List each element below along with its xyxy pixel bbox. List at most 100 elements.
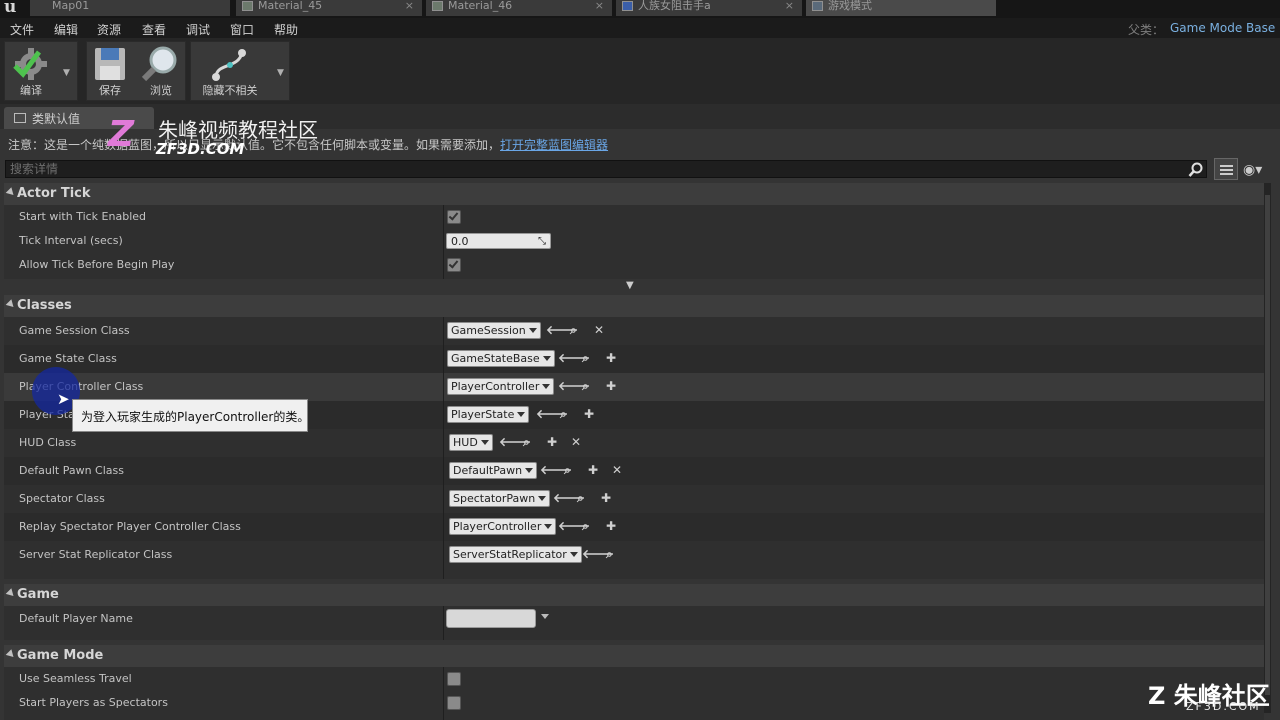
plus-icon[interactable]: ✚ [547, 436, 557, 448]
eye-icon[interactable]: ◉▾ [1243, 162, 1262, 178]
search-icon[interactable]: ⌕ [582, 380, 589, 392]
server-stat-replicator-class-combo[interactable]: ServerStatReplicator [449, 546, 582, 563]
tab-label: Material_46 [448, 0, 513, 12]
search-icon[interactable]: ⌕ [570, 324, 577, 336]
plus-icon[interactable]: ✚ [584, 408, 594, 420]
clear-x-icon[interactable]: ✕ [571, 436, 581, 448]
replay-spectator-controller-class-combo[interactable]: PlayerController [449, 518, 557, 535]
column-divider[interactable] [443, 205, 444, 279]
plus-icon[interactable]: ✚ [606, 380, 616, 392]
parent-class-value[interactable]: Game Mode Base [1170, 21, 1275, 35]
property-row: Start Players as Spectators [4, 691, 1264, 715]
search-icon[interactable]: ⌕ [577, 492, 584, 504]
file-group: 保存 浏览 [86, 41, 186, 101]
property-name: Replay Spectator Player Controller Class [19, 520, 241, 533]
close-icon[interactable]: × [785, 0, 794, 12]
allow-tick-checkbox[interactable] [447, 258, 461, 272]
section-actor-tick[interactable]: Actor Tick [4, 183, 1264, 205]
tab-game-mode[interactable]: 游戏模式 [806, 0, 996, 16]
search-icon[interactable]: ⌕ [606, 548, 613, 560]
drag-arrows-icon: ⤡ [538, 236, 546, 247]
search-icon[interactable]: ⌕ [582, 520, 589, 532]
tab-label: Material_45 [258, 0, 323, 12]
plus-icon[interactable]: ✚ [601, 492, 611, 504]
property-row: HUD Class HUD 🡐 ⌕ ✚ ✕ [4, 429, 1264, 457]
material-icon [242, 1, 253, 11]
advanced-expand-icon[interactable]: ▼ [626, 280, 634, 291]
property-name: HUD Class [19, 436, 77, 449]
section-title: Game Mode [17, 648, 104, 663]
tab-map01[interactable]: Map01 [30, 0, 230, 16]
player-state-class-combo[interactable]: PlayerState [447, 406, 530, 423]
spectator-class-combo[interactable]: SpectatorPawn [449, 490, 551, 507]
dropdown-arrow-icon [480, 440, 489, 445]
tab-label: 人族女阻击手a [638, 0, 711, 12]
mouse-pointer-icon: ➤ [57, 390, 70, 408]
dropdown-arrow-icon [528, 328, 537, 333]
hide-unrelated-button[interactable]: 隐藏不相关 [193, 42, 267, 100]
search-input[interactable] [6, 161, 1186, 177]
search-icon[interactable]: ⌕ [582, 352, 589, 364]
tab-material-45[interactable]: Material_45 × [236, 0, 422, 16]
close-icon[interactable]: × [405, 0, 414, 12]
tab-material-46[interactable]: Material_46 × [426, 0, 612, 16]
combo-value: HUD [453, 436, 478, 449]
column-divider[interactable] [443, 606, 444, 640]
clear-x-icon[interactable]: ✕ [594, 324, 604, 336]
menu-help[interactable]: 帮助 [274, 21, 298, 38]
search-icon[interactable]: ⌕ [523, 436, 530, 448]
hud-class-combo[interactable]: HUD [449, 434, 493, 451]
plus-icon[interactable]: ✚ [606, 520, 616, 532]
save-label: 保存 [99, 84, 121, 97]
search-icon[interactable] [1188, 162, 1204, 178]
close-icon[interactable]: × [595, 0, 604, 12]
plus-icon[interactable]: ✚ [588, 464, 598, 476]
section-game[interactable]: Game [4, 584, 1264, 606]
tab-label: Map01 [52, 0, 90, 12]
seamless-travel-checkbox[interactable] [447, 672, 461, 686]
clear-x-icon[interactable]: ✕ [612, 464, 622, 476]
column-divider[interactable] [443, 317, 444, 579]
compile-label: 编译 [20, 84, 42, 97]
scrollbar-thumb[interactable] [1265, 195, 1270, 695]
tick-interval-input[interactable]: 0.0 ⤡ [446, 233, 551, 249]
menu-file[interactable]: 文件 [10, 21, 34, 38]
section-game-mode[interactable]: Game Mode [4, 645, 1264, 667]
tab-character[interactable]: 人族女阻击手a × [616, 0, 802, 16]
compile-options-chevron-icon[interactable]: ▼ [63, 68, 70, 78]
section-classes[interactable]: Classes [4, 295, 1264, 317]
combo-value: DefaultPawn [453, 464, 523, 477]
start-as-spectators-checkbox[interactable] [447, 696, 461, 710]
hide-options-chevron-icon[interactable]: ▼ [277, 68, 284, 78]
property-name: Allow Tick Before Begin Play [19, 258, 175, 271]
property-row: Tick Interval (secs) 0.0 ⤡ [4, 229, 1264, 253]
game-session-class-combo[interactable]: GameSession [447, 322, 541, 339]
details-scrollbar[interactable] [1264, 183, 1271, 713]
game-state-class-combo[interactable]: GameStateBase [447, 350, 555, 367]
character-icon [622, 1, 633, 11]
default-pawn-class-combo[interactable]: DefaultPawn [449, 462, 538, 479]
default-player-name-input[interactable] [446, 609, 536, 628]
combo-value: PlayerState [451, 408, 515, 421]
menu-view[interactable]: 查看 [142, 21, 166, 38]
hide-group: 隐藏不相关 ▼ [190, 41, 290, 101]
player-controller-class-combo[interactable]: PlayerController [447, 378, 555, 395]
plus-icon[interactable]: ✚ [606, 352, 616, 364]
save-button[interactable]: 保存 [87, 42, 133, 100]
compile-button[interactable]: 编译 [5, 42, 57, 100]
menu-asset[interactable]: 资源 [97, 21, 121, 38]
parent-class-label: 父类： [1128, 23, 1165, 37]
column-divider[interactable] [443, 667, 444, 720]
list-view-icon[interactable] [1214, 158, 1238, 180]
search-icon[interactable]: ⌕ [564, 464, 571, 476]
combo-value: PlayerController [453, 520, 542, 533]
menu-debug[interactable]: 调试 [186, 21, 210, 38]
start-tick-checkbox[interactable] [447, 210, 461, 224]
dropdown-arrow-icon[interactable] [541, 614, 549, 619]
watermark-title: 朱峰视频教程社区 [158, 118, 318, 142]
menu-window[interactable]: 窗口 [230, 21, 254, 38]
menu-edit[interactable]: 编辑 [54, 21, 78, 38]
search-icon[interactable]: ⌕ [560, 408, 567, 420]
open-full-editor-link[interactable]: 打开完整蓝图编辑器 [500, 138, 608, 152]
browse-button[interactable]: 浏览 [137, 42, 185, 100]
